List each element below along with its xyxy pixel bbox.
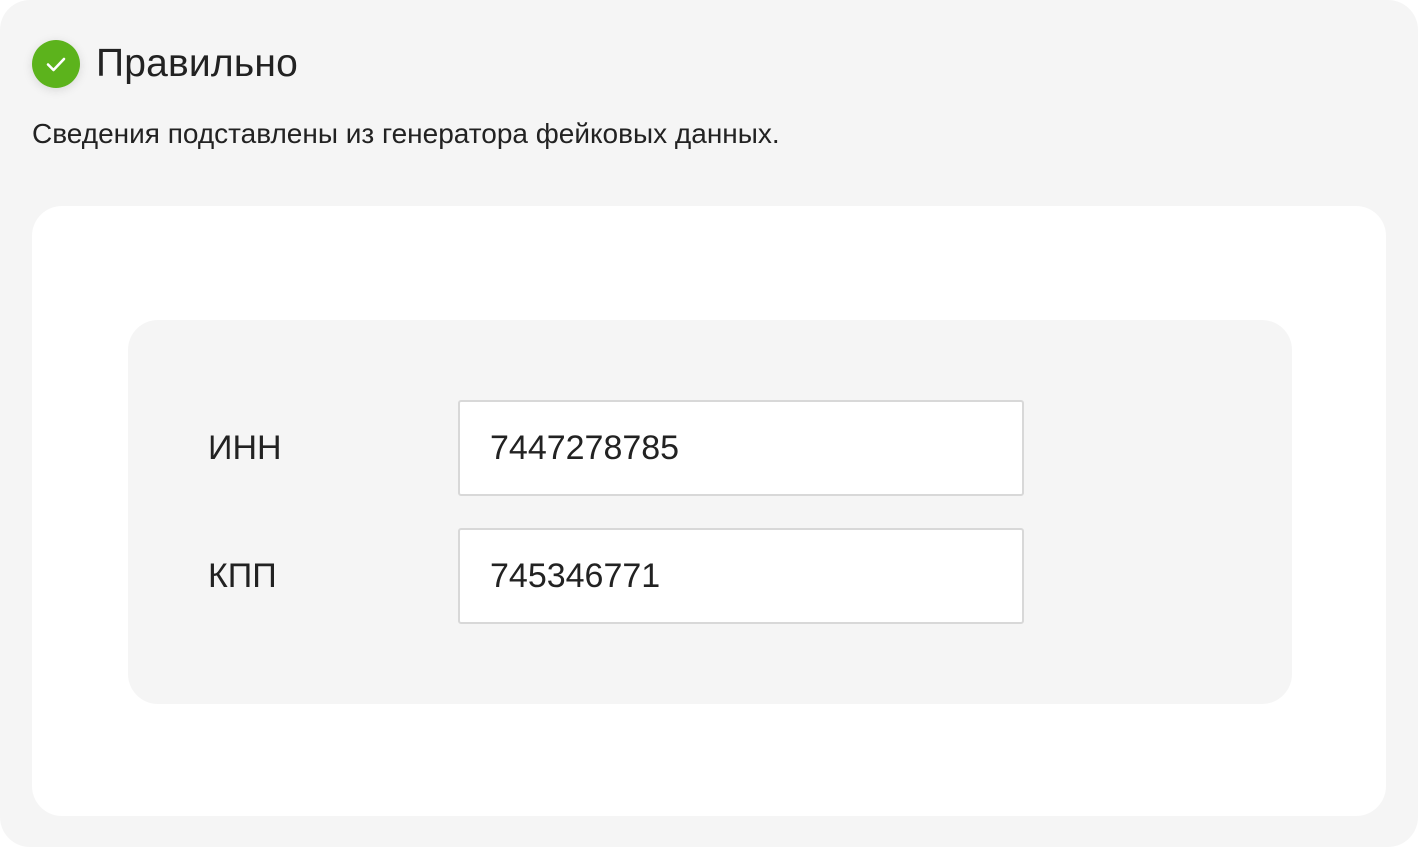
status-header: Правильно xyxy=(32,40,298,88)
requisites-form: ИНН КПП xyxy=(128,320,1292,704)
kpp-input[interactable] xyxy=(458,528,1024,624)
check-circle-icon xyxy=(32,40,80,88)
example-card: Правильно Сведения подставлены из генера… xyxy=(0,0,1418,847)
field-row-inn: ИНН xyxy=(128,400,1292,496)
description-text: Сведения подставлены из генератора фейко… xyxy=(32,118,780,149)
inn-label: ИНН xyxy=(208,429,282,467)
status-title: Правильно xyxy=(96,42,299,85)
field-row-kpp: КПП xyxy=(128,528,1292,624)
kpp-label: КПП xyxy=(208,557,277,595)
inn-input[interactable] xyxy=(458,400,1024,496)
preview-card: ИНН КПП xyxy=(32,206,1386,816)
